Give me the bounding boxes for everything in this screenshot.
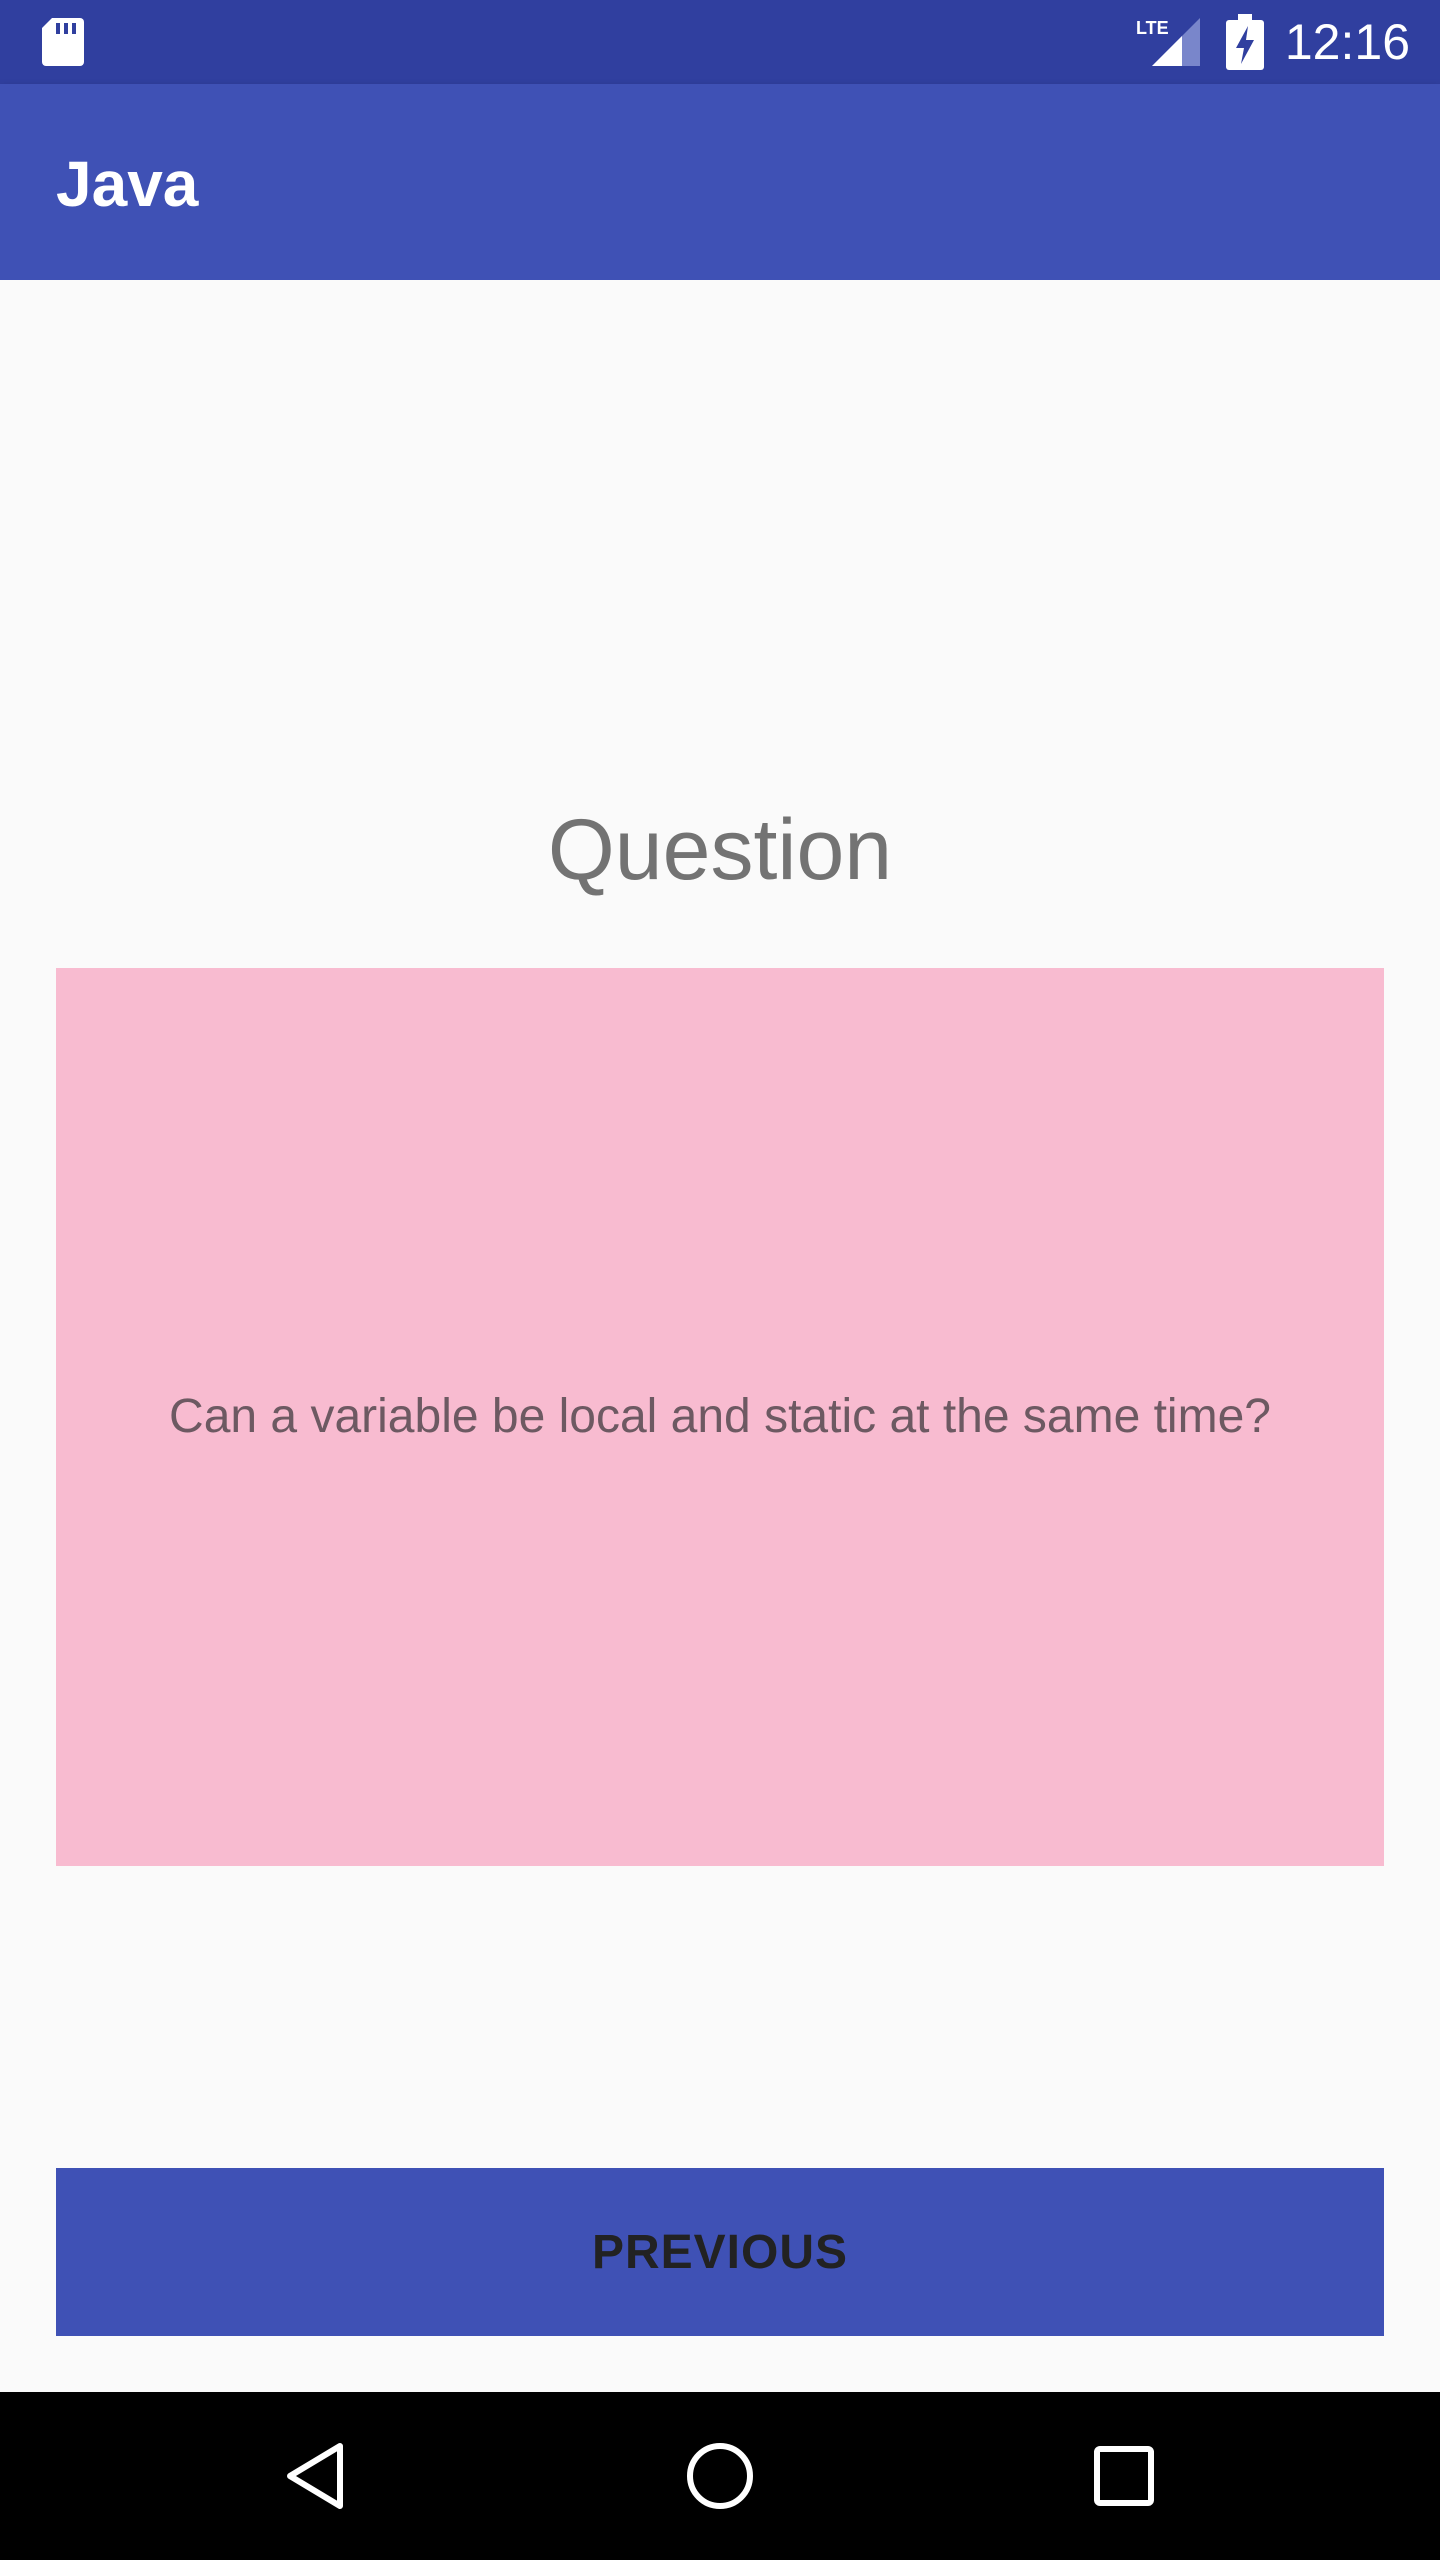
- recents-icon: [1094, 2446, 1154, 2506]
- main-content: Question Can a variable be local and sta…: [0, 280, 1440, 2392]
- lte-signal-icon: LTE: [1136, 18, 1200, 66]
- question-text: Can a variable be local and static at th…: [169, 1390, 1271, 1443]
- status-bar: LTE 12:16: [0, 0, 1440, 84]
- battery-charging-icon: [1226, 14, 1264, 70]
- back-icon: [287, 2443, 343, 2509]
- home-button[interactable]: [620, 2392, 820, 2560]
- question-heading: Question: [547, 802, 893, 898]
- question-card[interactable]: Can a variable be local and static at th…: [56, 968, 1384, 1866]
- network-label: LTE: [1136, 18, 1169, 38]
- sd-card-icon: [42, 18, 84, 66]
- previous-button[interactable]: PREVIOUS: [56, 2168, 1384, 2336]
- recents-button[interactable]: [1024, 2392, 1224, 2560]
- app-title: Java: [56, 148, 199, 220]
- navigation-bar: [0, 2392, 1440, 2560]
- app-bar: Java: [0, 84, 1440, 280]
- back-button[interactable]: [216, 2392, 416, 2560]
- home-icon: [687, 2443, 753, 2509]
- status-time: 12:16: [1284, 14, 1410, 70]
